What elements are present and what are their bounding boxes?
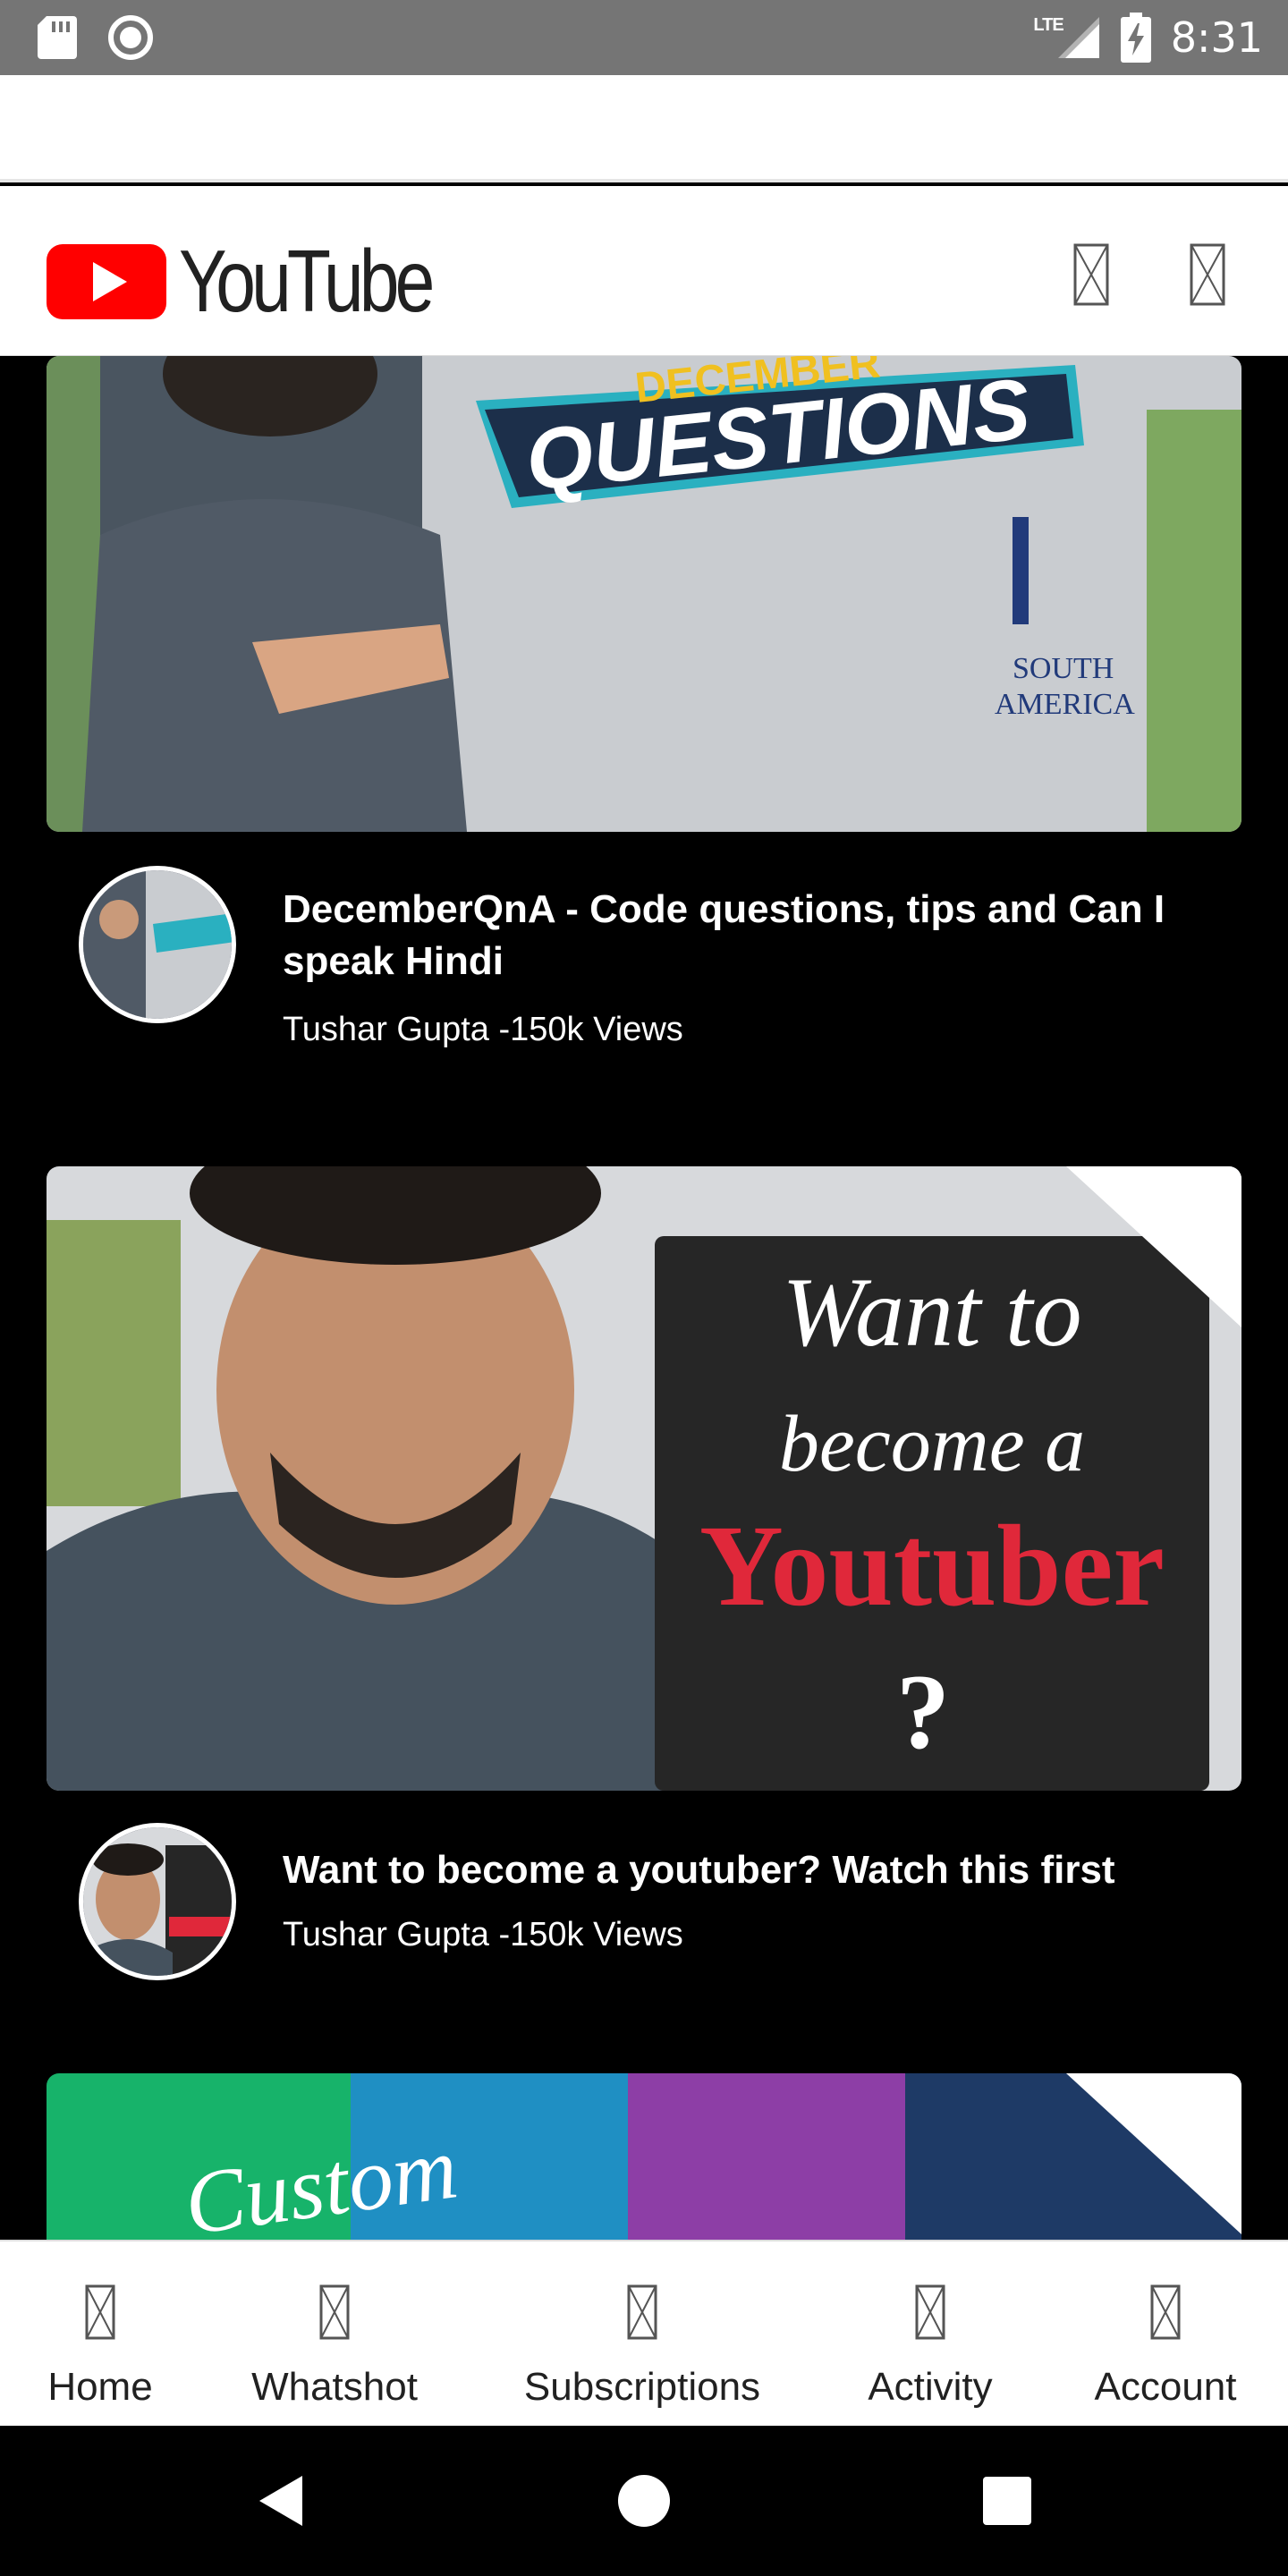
status-bar: LTE 8:31 bbox=[0, 0, 1288, 75]
nav-label: Account bbox=[1094, 2365, 1237, 2409]
status-right: LTE 8:31 bbox=[1033, 0, 1263, 75]
nav-label: Activity bbox=[868, 2365, 993, 2409]
nav-item-activity[interactable]: Activity bbox=[844, 2241, 1016, 2428]
video-title[interactable]: DecemberQnA - Code questions, tips and C… bbox=[283, 884, 1177, 987]
channel-avatar[interactable] bbox=[79, 1823, 236, 1980]
screen: LTE 8:31 YouTube DECEMBER QUESTIONS SOUT… bbox=[0, 0, 1288, 2576]
activity-icon bbox=[915, 2284, 945, 2340]
video-title[interactable]: Want to become a youtuber? Watch this fi… bbox=[283, 1844, 1177, 1896]
clock: 8:31 bbox=[1170, 13, 1263, 62]
circle-icon bbox=[108, 15, 153, 60]
thumb-caption-youtuber: Youtuber bbox=[699, 1502, 1165, 1631]
youtube-logo[interactable]: YouTube bbox=[47, 231, 486, 332]
video-thumbnail[interactable]: Custom bbox=[47, 2073, 1241, 2240]
whatshot-icon bbox=[319, 2284, 350, 2340]
video-thumbnail[interactable]: DECEMBER QUESTIONS SOUTH AMERICA bbox=[47, 356, 1241, 832]
nav-label: Home bbox=[47, 2365, 153, 2409]
subscriptions-icon bbox=[627, 2284, 657, 2340]
nav-item-whatshot[interactable]: Whatshot bbox=[227, 2241, 442, 2428]
thumb-caption-question-mark: ? bbox=[896, 1652, 950, 1771]
top-blank-strip bbox=[0, 75, 1288, 182]
video-feed[interactable]: DECEMBER QUESTIONS SOUTH AMERICA Decembe… bbox=[0, 356, 1288, 2240]
thumbnail-image: DECEMBER QUESTIONS SOUTH AMERICA bbox=[47, 356, 1241, 832]
network-type: LTE bbox=[1033, 14, 1063, 35]
battery-charging-icon bbox=[1120, 13, 1151, 63]
video-thumbnail[interactable]: Want to become a Youtuber ? bbox=[47, 1166, 1241, 1791]
logo-text: YouTube bbox=[179, 232, 435, 330]
home-icon bbox=[85, 2284, 115, 2340]
account-icon bbox=[1150, 2284, 1181, 2340]
recents-icon[interactable] bbox=[982, 2476, 1032, 2526]
thumb-caption-want-to: Want to bbox=[782, 1258, 1081, 1367]
youtube-play-logo-icon bbox=[47, 243, 166, 319]
nav-label: Whatshot bbox=[251, 2365, 418, 2409]
video-meta: Tushar Gupta -150k Views bbox=[283, 1011, 683, 1048]
back-icon[interactable] bbox=[256, 2474, 306, 2528]
thumb-caption-america: AMERICA bbox=[995, 688, 1135, 721]
app-header: YouTube bbox=[0, 186, 1288, 356]
system-navigation-bar bbox=[0, 2426, 1288, 2576]
thumb-caption-become-a: become a bbox=[779, 1400, 1085, 1488]
thumbnail-image: Want to become a Youtuber ? bbox=[47, 1166, 1241, 1791]
avatar-image bbox=[83, 1827, 232, 1976]
nav-item-account[interactable]: Account bbox=[1070, 2241, 1261, 2428]
bottom-navigation: Home Whatshot Subscriptions Activity Acc… bbox=[0, 2240, 1288, 2426]
avatar-image bbox=[83, 870, 232, 1019]
sd-card-icon bbox=[38, 16, 77, 59]
thumbnail-image: Custom bbox=[47, 2073, 1241, 2240]
home-circle-icon[interactable] bbox=[617, 2474, 671, 2528]
nav-label: Subscriptions bbox=[523, 2365, 761, 2409]
video-meta: Tushar Gupta -150k Views bbox=[283, 1916, 683, 1953]
nav-item-subscriptions[interactable]: Subscriptions bbox=[499, 2241, 785, 2428]
search-icon[interactable] bbox=[1190, 243, 1225, 306]
cast-icon[interactable] bbox=[1073, 243, 1109, 306]
nav-item-home[interactable]: Home bbox=[18, 2241, 182, 2428]
channel-avatar[interactable] bbox=[79, 866, 236, 1023]
thumb-caption-south: SOUTH bbox=[1013, 652, 1114, 685]
